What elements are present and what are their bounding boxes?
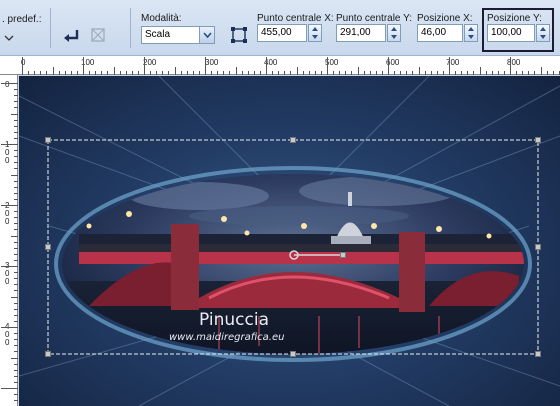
- transform-icon[interactable]: [229, 25, 249, 45]
- center-x-spinner-icon[interactable]: [308, 24, 322, 42]
- preset-dropdown-icon[interactable]: [4, 30, 14, 41]
- ruler-top-label: 300: [205, 58, 219, 67]
- center-x-label: Punto centrale X:: [257, 13, 334, 24]
- pos-y-field[interactable]: 100,00: [487, 24, 535, 42]
- pos-x-label: Posizione X:: [417, 13, 473, 24]
- center-y-spinner-icon[interactable]: [387, 24, 401, 42]
- tool-options-toolbar: . predef.: Modalità: Scala Punto central…: [0, 0, 560, 56]
- center-y-label: Punto centrale Y:: [336, 13, 412, 24]
- pos-x-field[interactable]: 46,00: [417, 24, 463, 42]
- handle-bottom[interactable]: [290, 351, 296, 357]
- handle-top-right[interactable]: [535, 137, 541, 143]
- ruler-top-label: 800: [507, 58, 521, 67]
- watermark-name: Pinuccia: [199, 310, 269, 330]
- pos-y-label: Posizione Y:: [487, 13, 542, 24]
- handle-top[interactable]: [290, 137, 296, 143]
- mode-label: Modalità:: [141, 13, 182, 24]
- ruler-top-label: 200: [143, 58, 157, 67]
- watermark-url: www.maidiregrafica.eu: [169, 332, 285, 343]
- handle-bottom-right[interactable]: [535, 351, 541, 357]
- dropdown-arrow-icon[interactable]: [199, 27, 214, 43]
- pos-y-spinner-icon[interactable]: [536, 24, 550, 42]
- handle-bottom-left[interactable]: [45, 351, 51, 357]
- vertical-ruler: 0 1 0 0 2 0 0 3 0 0 4 0 0: [0, 75, 18, 406]
- horizontal-ruler: 0 100 200 300 400 500 600 700 800: [0, 56, 560, 75]
- ruler-top-label: 700: [446, 58, 460, 67]
- center-y-field[interactable]: 291,00: [336, 24, 386, 42]
- undo-icon[interactable]: [60, 24, 82, 46]
- rotation-handle[interactable]: [340, 252, 346, 258]
- pos-x-spinner-icon[interactable]: [464, 24, 478, 42]
- image-canvas[interactable]: Pinuccia www.maidiregrafica.eu: [19, 76, 560, 406]
- crop-icon[interactable]: [89, 26, 107, 44]
- handle-right[interactable]: [535, 244, 541, 250]
- handle-top-left[interactable]: [45, 137, 51, 143]
- mode-select-value: Scala: [145, 29, 171, 40]
- handle-left[interactable]: [45, 244, 51, 250]
- center-x-field[interactable]: 455,00: [257, 24, 307, 42]
- mode-select[interactable]: Scala: [141, 26, 215, 44]
- preset-label: . predef.:: [2, 14, 42, 25]
